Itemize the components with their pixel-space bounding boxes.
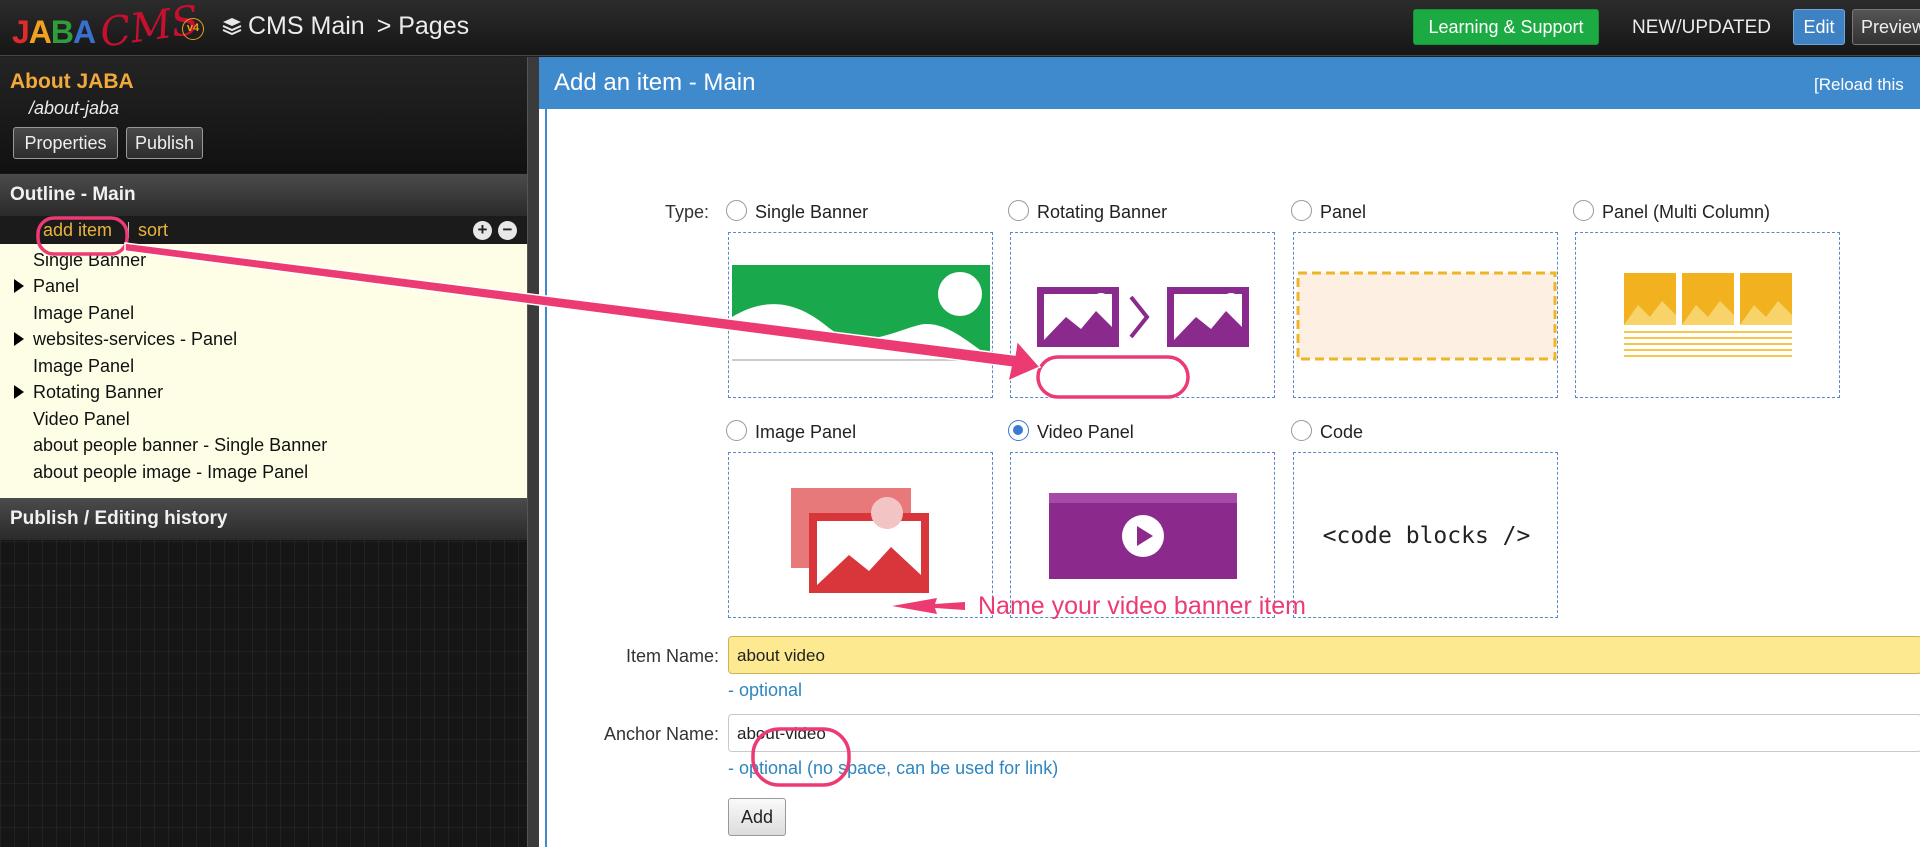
jaba-cms-logo[interactable]: JABA CMS v4 [10,0,210,57]
preview-button[interactable]: Preview [1852,9,1920,45]
add-item-panel: Add an item - Main [Reload this Type: Si… [539,57,1920,847]
expand-triangle-icon[interactable] [14,279,24,293]
learning-support-button[interactable]: Learning & Support [1413,9,1599,45]
outline-item[interactable]: Image Panel [33,303,134,324]
radio-rotating-banner[interactable] [1008,200,1029,221]
image-panel-thumbnail-icon [791,488,929,593]
new-updated-link[interactable]: NEW/UPDATED [1632,17,1771,39]
outline-item[interactable]: Image Panel [33,356,134,377]
panel-title: Add an item - Main [554,69,756,96]
toolbar-divider [128,222,129,238]
tile-panel-multi-column[interactable] [1575,232,1840,398]
sort-link[interactable]: sort [138,220,168,241]
single-banner-thumbnail-icon [732,265,990,361]
history-header[interactable]: Publish / Editing history [0,498,527,540]
edit-button[interactable]: Edit [1793,9,1845,45]
expand-triangle-icon[interactable] [14,332,24,346]
outline-list: Single Banner Panel Image Panel websites… [0,244,527,498]
radio-code[interactable] [1291,420,1312,441]
layers-icon [222,18,242,35]
minus-circle-icon[interactable]: − [498,221,517,240]
add-item-link[interactable]: add item [43,220,112,241]
properties-button[interactable]: Properties [13,127,118,159]
type-label: Type: [664,202,709,222]
page-info: About JABA /about-jaba Properties Publis… [0,57,527,173]
plus-circle-icon[interactable]: + [473,221,492,240]
expand-triangle-icon[interactable] [14,385,24,399]
radio-video-panel[interactable] [1008,420,1029,441]
type-label-code: Code [1320,422,1364,442]
anchor-name-label: Anchor Name: [603,724,719,744]
rotating-banner-thumbnail-icon [1037,287,1249,347]
radio-panel-multi-column[interactable] [1573,200,1594,221]
item-name-hint: - optional [728,680,803,700]
radio-image-panel[interactable] [726,420,747,441]
logo-wordmark: JABA [12,14,96,50]
tile-code[interactable]: <code blocks /> [1293,452,1558,618]
anchor-name-input[interactable]: about-video [728,714,1920,752]
radio-panel[interactable] [1291,200,1312,221]
page-url: /about-jaba [29,98,120,118]
outline-item[interactable]: Rotating Banner [33,382,163,403]
publish-button[interactable]: Publish [126,127,203,159]
type-label-video-panel: Video Panel [1037,422,1134,442]
tile-image-panel[interactable] [728,452,993,618]
multi-column-thumbnail-icon [1624,273,1792,357]
type-label-rotating-banner: Rotating Banner [1037,202,1168,222]
outline-item[interactable]: Panel [33,276,79,297]
page-title: About JABA [10,70,134,93]
panel-header: Add an item - Main [Reload this [539,57,1920,109]
left-sidebar: About JABA /about-jaba Properties Publis… [0,57,527,847]
outline-toolbar: add item sort + − [0,216,527,244]
outline-header: Outline - Main [0,174,527,216]
outline-item[interactable]: about people banner - Single Banner [33,435,327,456]
radio-single-banner[interactable] [726,200,747,221]
breadcrumb-current: > Pages [376,12,470,40]
tile-panel[interactable] [1293,232,1558,398]
panel-divider[interactable] [527,57,539,847]
top-bar: JABA CMS v4 CMS Main > Pages Learning & S… [0,0,1920,57]
add-button[interactable]: Add [728,798,786,836]
version-badge: v4 [182,18,204,40]
panel-thumbnail-icon [1296,271,1557,361]
outline-item[interactable]: about people image - Image Panel [33,462,308,483]
panel-body: Type: Single Banner Rotating Banner Pane… [545,109,1920,847]
type-label-image-panel: Image Panel [755,422,857,442]
item-name-label: Item Name: [625,646,719,666]
breadcrumb: CMS Main > Pages [222,12,469,41]
item-name-input[interactable]: about video [728,636,1920,674]
outline-item[interactable]: websites-services - Panel [33,329,237,350]
code-blocks-text: <code blocks /> [1322,523,1531,549]
type-label-single-banner: Single Banner [755,202,869,222]
outline-item[interactable]: Single Banner [33,250,146,271]
item-name-callout: Name your video banner item [978,592,1306,620]
type-label-panel-multi-column: Panel (Multi Column) [1602,202,1771,222]
tile-rotating-banner[interactable] [1010,232,1275,398]
outline-item[interactable]: Video Panel [33,409,130,430]
breadcrumb-root[interactable]: CMS Main [248,12,365,40]
anchor-name-hint: - optional (no space, can be used for li… [728,758,1059,778]
type-label-panel: Panel [1320,202,1367,222]
reload-link[interactable]: [Reload this [1814,75,1904,95]
tile-single-banner[interactable] [728,232,993,398]
